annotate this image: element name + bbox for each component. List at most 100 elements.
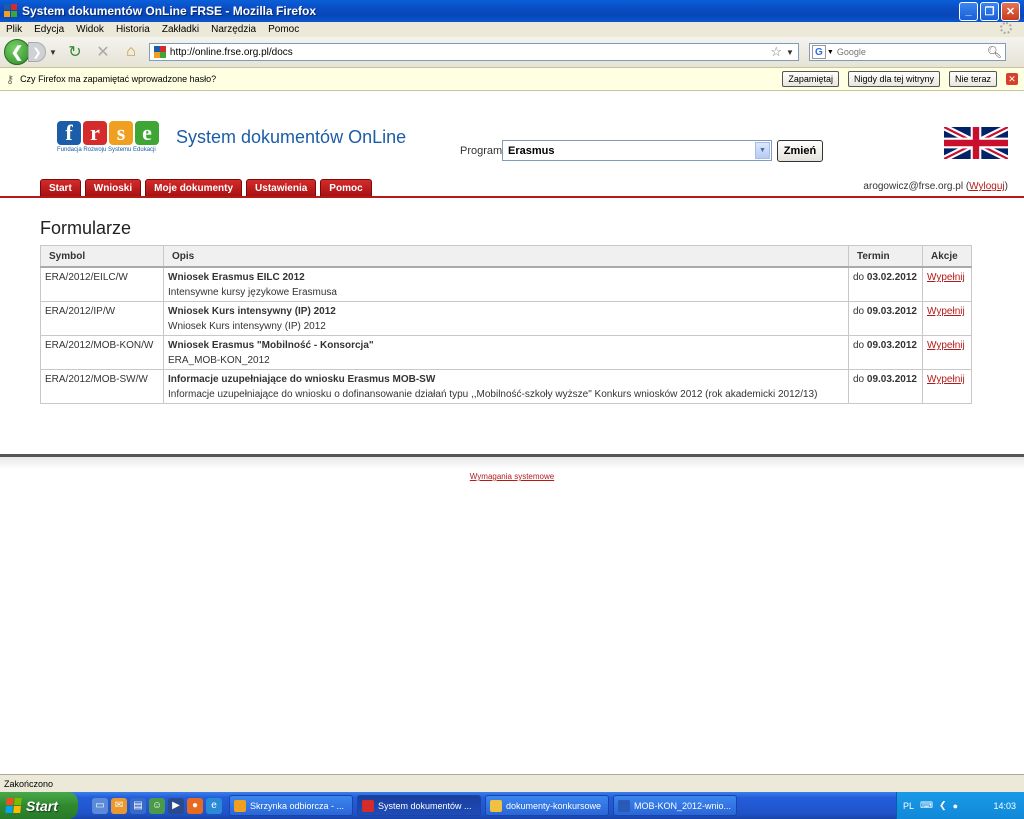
logo-letter: f — [57, 121, 81, 145]
home-icon[interactable]: ⌂ — [121, 42, 141, 62]
password-notification-bar: ⚷ Czy Firefox ma zapamiętać wprowadzone … — [0, 67, 1024, 91]
frse-app-icon — [362, 799, 374, 812]
fill-form-link[interactable]: Wypełnij — [927, 340, 965, 351]
bookmark-star-icon[interactable]: ☆ — [770, 44, 782, 60]
keyboard-icon[interactable]: ⌨ — [920, 800, 933, 811]
taskbar-item-mail[interactable]: Skrzynka odbiorcza - ... — [229, 795, 353, 816]
url-input[interactable] — [169, 46, 771, 58]
user-email: arogowicz@frse.org.pl — [863, 181, 964, 192]
menu-file[interactable]: Plik — [6, 24, 22, 35]
search-input[interactable] — [836, 47, 987, 57]
row-desc: ERA_MOB-KON_2012 — [168, 355, 270, 366]
messenger-icon[interactable]: ☺ — [149, 797, 165, 814]
player-icon[interactable]: ▶ — [168, 797, 184, 814]
tab-settings[interactable]: Ustawienia — [246, 179, 317, 197]
search-bar[interactable]: G ▼ 🔍︎ — [808, 43, 1006, 61]
taskbar-item-word[interactable]: MOB-KON_2012-wnio... — [613, 795, 737, 816]
column-header-symbol[interactable]: Symbol — [40, 245, 164, 268]
search-engine-dropdown-icon[interactable]: ▼ — [827, 49, 834, 56]
menu-help[interactable]: Pomoc — [268, 24, 299, 35]
tab-help[interactable]: Pomoc — [320, 179, 372, 197]
navigation-toolbar: ❮ ❯ ▼ ↻ ✕ ⌂ ☆ ▼ G ▼ 🔍︎ — [0, 37, 1024, 67]
row-action: Wypełnij — [922, 301, 972, 336]
taskbar-item-firefox[interactable]: System dokumentów ... — [357, 795, 481, 816]
program-label: Program — [460, 145, 503, 157]
mail-app-icon — [234, 799, 246, 812]
header-divider — [0, 196, 1024, 198]
word-document-icon — [618, 799, 630, 812]
logo-letter: s — [109, 121, 133, 145]
firefox-quick-icon[interactable]: ● — [187, 797, 203, 814]
column-header-deadline[interactable]: Termin — [848, 245, 923, 268]
ie-icon[interactable]: e — [206, 797, 222, 814]
key-icon: ⚷ — [6, 73, 15, 86]
row-action: Wypełnij — [922, 335, 972, 370]
change-program-button[interactable]: Zmień — [777, 140, 823, 162]
fill-form-link[interactable]: Wypełnij — [927, 374, 965, 385]
fill-form-link[interactable]: Wypełnij — [927, 272, 965, 283]
chevron-down-icon[interactable]: ▼ — [755, 142, 770, 159]
row-title: Informacje uzupełniające do wniosku Eras… — [168, 374, 436, 385]
tab-applications[interactable]: Wnioski — [84, 179, 142, 197]
menu-edit[interactable]: Edycja — [34, 24, 64, 35]
close-notification-icon[interactable]: ✕ — [1006, 73, 1018, 85]
row-description: Wniosek Erasmus EILC 2012 Intensywne kurs… — [163, 266, 849, 302]
thunderbird-icon[interactable]: ✉ — [111, 797, 127, 814]
fill-form-link[interactable]: Wypełnij — [927, 306, 965, 317]
media-icon[interactable]: ▤ — [130, 797, 146, 814]
row-desc: Intensywne kursy językowe Erasmusa — [168, 287, 337, 298]
menu-view[interactable]: Widok — [76, 24, 104, 35]
program-select[interactable]: Erasmus ▼ — [502, 140, 772, 161]
row-deadline: do 09.03.2012 — [848, 369, 923, 404]
throbber-icon — [1000, 22, 1012, 34]
network-icon[interactable]: ● — [953, 801, 958, 811]
row-description: Wniosek Kurs intensywny (IP) 2012 Wniosek… — [163, 301, 849, 336]
deadline-date: 09.03.2012 — [866, 306, 917, 317]
search-icon[interactable]: 🔍︎ — [987, 45, 1002, 59]
tab-my-documents[interactable]: Moje dokumenty — [145, 179, 243, 197]
site-title: System dokumentów OnLine — [176, 127, 407, 147]
forward-button[interactable]: ❯ — [28, 42, 46, 62]
quick-launch: ▭ ✉ ▤ ☺ ▶ ● e — [92, 797, 225, 814]
deadline-date: 09.03.2012 — [866, 374, 917, 385]
row-title: Wniosek Erasmus "Mobilność - Konsorcja" — [168, 340, 374, 351]
address-bar[interactable]: ☆ ▼ — [148, 43, 799, 61]
task-label: Skrzynka odbiorcza - ... — [250, 800, 345, 811]
menu-history[interactable]: Historia — [116, 24, 150, 35]
google-engine-icon[interactable]: G — [811, 45, 826, 59]
start-button[interactable]: Start — [0, 792, 78, 819]
not-now-button[interactable]: Nie teraz — [948, 71, 997, 87]
logo-letter: e — [135, 121, 159, 145]
table-row: ERA/2012/MOB-KON/W Wniosek Erasmus "Mobi… — [40, 335, 972, 370]
column-header-description[interactable]: Opis — [163, 245, 849, 268]
menu-tools[interactable]: Narzędzia — [211, 24, 256, 35]
taskbar-item-folder[interactable]: dokumenty-konkursowe — [485, 795, 609, 816]
back-button[interactable]: ❮ — [4, 39, 30, 65]
url-dropdown-icon[interactable]: ▼ — [786, 48, 794, 57]
tray-arrow-icon[interactable]: ❮ — [939, 800, 947, 811]
menu-bookmarks[interactable]: Zakładki — [162, 24, 199, 35]
row-symbol: ERA/2012/MOB-SW/W — [40, 369, 164, 404]
language-indicator[interactable]: PL — [903, 801, 914, 811]
logout-link[interactable]: Wyloguj — [969, 181, 1004, 192]
reload-icon[interactable]: ↻ — [65, 42, 85, 62]
frse-logo[interactable]: f r s e Fundacja Rozwoju Systemu Edukacj… — [57, 121, 161, 153]
history-dropdown-icon[interactable]: ▼ — [49, 48, 57, 57]
show-desktop-icon[interactable]: ▭ — [92, 797, 108, 814]
never-for-site-button[interactable]: Nigdy dla tej witryny — [847, 71, 940, 87]
window-title-bar[interactable]: System dokumentów OnLine FRSE - Mozilla … — [0, 0, 1024, 22]
minimize-button[interactable]: _ — [959, 1, 978, 21]
uk-flag-icon[interactable] — [944, 127, 1008, 159]
stop-icon[interactable]: ✕ — [93, 42, 113, 62]
system-requirements-link[interactable]: Wymagania systemowe — [470, 472, 554, 481]
maximize-button[interactable]: ❐ — [980, 1, 999, 21]
close-window-button[interactable]: ✕ — [1001, 1, 1020, 21]
forms-table: Symbol Opis Termin Akcje ERA/2012/EILC/W… — [40, 245, 972, 404]
tab-start[interactable]: Start — [40, 179, 81, 197]
row-action: Wypełnij — [922, 369, 972, 404]
system-tray: PL ⌨ ❮ ● 14:03 — [896, 792, 1024, 819]
remember-password-button[interactable]: Zapamiętaj — [782, 71, 839, 87]
row-symbol: ERA/2012/EILC/W — [40, 266, 164, 302]
notification-message: Czy Firefox ma zapamiętać wprowadzone ha… — [20, 74, 217, 84]
web-page: f r s e Fundacja Rozwoju Systemu Edukacj… — [0, 91, 1024, 774]
